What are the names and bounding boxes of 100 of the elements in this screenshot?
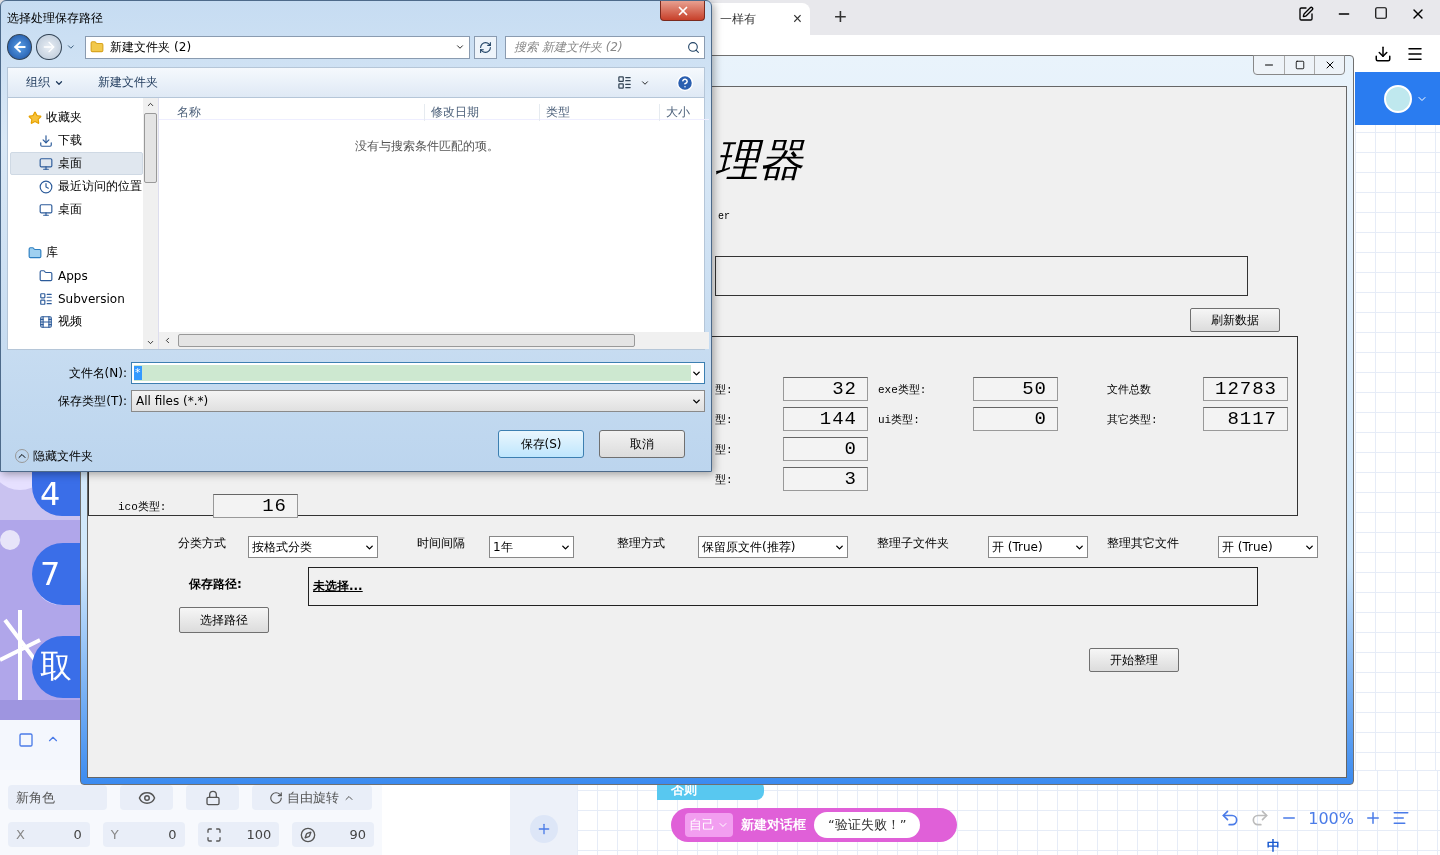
maximize-icon [1294,60,1305,70]
field-value: 90 [349,827,366,842]
sprite-name-field[interactable]: 新角色 [8,785,107,810]
stat-value: 144 [783,407,868,431]
nav-item[interactable]: 最近访问的位置 [10,175,143,198]
toolbar-button[interactable]: 新建文件夹 [92,74,164,91]
option-dropdown[interactable]: 开 (True) [988,536,1088,558]
restore-icon[interactable] [1374,5,1388,20]
dialog-title: 选择处理保存路径 [7,10,103,27]
forward-button[interactable] [36,34,62,60]
dialog-button[interactable]: 保存(S) [498,430,584,458]
new-tab-button[interactable]: + [828,3,853,31]
field-value: 0 [168,827,177,842]
zoom-in-icon[interactable] [1364,809,1382,827]
lock-button[interactable] [186,785,239,810]
scroll-thumb[interactable] [178,334,635,347]
option-dropdown[interactable]: 1年 [489,536,574,558]
app-title: 理器 [715,135,806,185]
view-icon[interactable] [617,75,632,90]
rotation-mode-button[interactable]: 自由旋转 [252,785,372,810]
start-button[interactable]: 开始整理 [1089,648,1179,672]
stat-label: ui类型: [878,412,921,427]
scroll-thumb[interactable] [144,113,157,183]
toolbar-button[interactable]: 组织 [20,74,70,91]
column-header[interactable]: 名称 [159,104,424,121]
dialog-button[interactable]: 取消 [599,430,685,458]
direction-field[interactable]: 90 [292,822,374,847]
tab-title: 一样有 [720,10,756,28]
stat-value: 32 [783,377,868,401]
scroll-up-icon[interactable] [146,100,155,109]
back-button[interactable] [7,34,33,60]
zoom-level: 100% [1308,808,1354,828]
add-button[interactable] [529,815,558,843]
stat-value: 0 [783,437,868,461]
column-header[interactable]: 修改日期 [424,104,539,121]
nav-item[interactable]: Apps [10,264,143,287]
x-field[interactable]: X 0 [8,822,90,847]
search-field[interactable]: 搜索 新建文件夹 (2) [505,35,705,59]
film-icon [39,314,53,329]
visibility-button[interactable] [120,785,173,810]
nav-item[interactable]: Subversion [10,287,143,310]
download-icon [39,133,53,148]
search-icon[interactable] [687,40,700,54]
save-path-label: 保存路径: [189,576,243,593]
nav-group-label[interactable]: 库 [46,244,58,261]
avatar[interactable] [1384,84,1412,113]
back-icon [11,39,28,55]
filetype-dropdown[interactable]: All files (*.*) [131,390,705,412]
option-dropdown[interactable]: 保留原文件(推荐) [698,536,848,558]
caret-icon[interactable] [454,42,465,52]
size-icon [205,826,222,843]
nav-item[interactable]: 下载 [10,129,143,152]
stat-value: 3 [783,467,868,491]
y-field[interactable]: Y 0 [102,822,185,847]
scroll-left-icon[interactable] [163,336,172,345]
hide-folders-button[interactable]: 隐藏文件夹 [7,447,93,465]
path-text: 新建文件夹 (2) [110,38,193,56]
help-icon[interactable] [676,73,694,92]
stat-value: 12783 [1203,377,1288,401]
close-button[interactable] [660,1,705,21]
column-header[interactable]: 类型 [539,104,659,121]
stat-label: exe类型: [878,382,928,397]
nav-item[interactable]: 桌面 [10,198,143,221]
note-icon[interactable] [1298,5,1314,22]
download-icon[interactable] [1374,44,1392,63]
choose-path-button[interactable]: 选择路径 [179,607,269,633]
refresh-button[interactable] [473,35,497,59]
scroll-down-icon[interactable] [146,338,155,347]
stat-value: 50 [973,377,1058,401]
ime-mode[interactable]: 中 [1267,837,1280,855]
nav-item[interactable]: 视频 [10,310,143,333]
nav-group-label[interactable]: 收藏夹 [46,109,82,126]
option-dropdown[interactable]: 开 (True) [1218,536,1318,558]
filename-label: 文件名(N): [67,364,128,382]
folder-icon [90,40,105,54]
stat-value: 8117 [1203,407,1288,431]
field-label: X [16,827,25,842]
option-label: 时间间隔 [417,535,466,552]
stat-value: 16 [213,494,298,518]
refresh-button[interactable]: 刷新数据 [1190,308,1280,332]
lock-icon [204,789,221,806]
option-dropdown[interactable]: 按格式分类 [248,536,378,558]
address-bar[interactable]: 新建文件夹 (2) [85,35,470,59]
filetype-label: 保存类型(T): [57,392,128,410]
nav-item[interactable]: 桌面 [10,152,143,175]
clock-icon [39,179,53,194]
message-input[interactable]: “验证失败！” [814,812,921,838]
star-icon [28,110,42,125]
stat-label: 型: [715,412,734,427]
option-label: 分类方式 [178,535,227,552]
column-header[interactable]: 大小 [659,104,709,121]
size-field[interactable]: 100 [197,822,280,847]
stage-button[interactable]: 4 [32,472,80,516]
app-subtitle: er [718,211,731,223]
stat-label: 型: [715,472,734,487]
tab-close-button[interactable]: × [792,10,802,28]
library-icon [28,245,42,260]
align-icon[interactable] [1392,809,1410,827]
stat-label: 其它类型: [1107,412,1159,427]
direction-icon [300,826,317,843]
